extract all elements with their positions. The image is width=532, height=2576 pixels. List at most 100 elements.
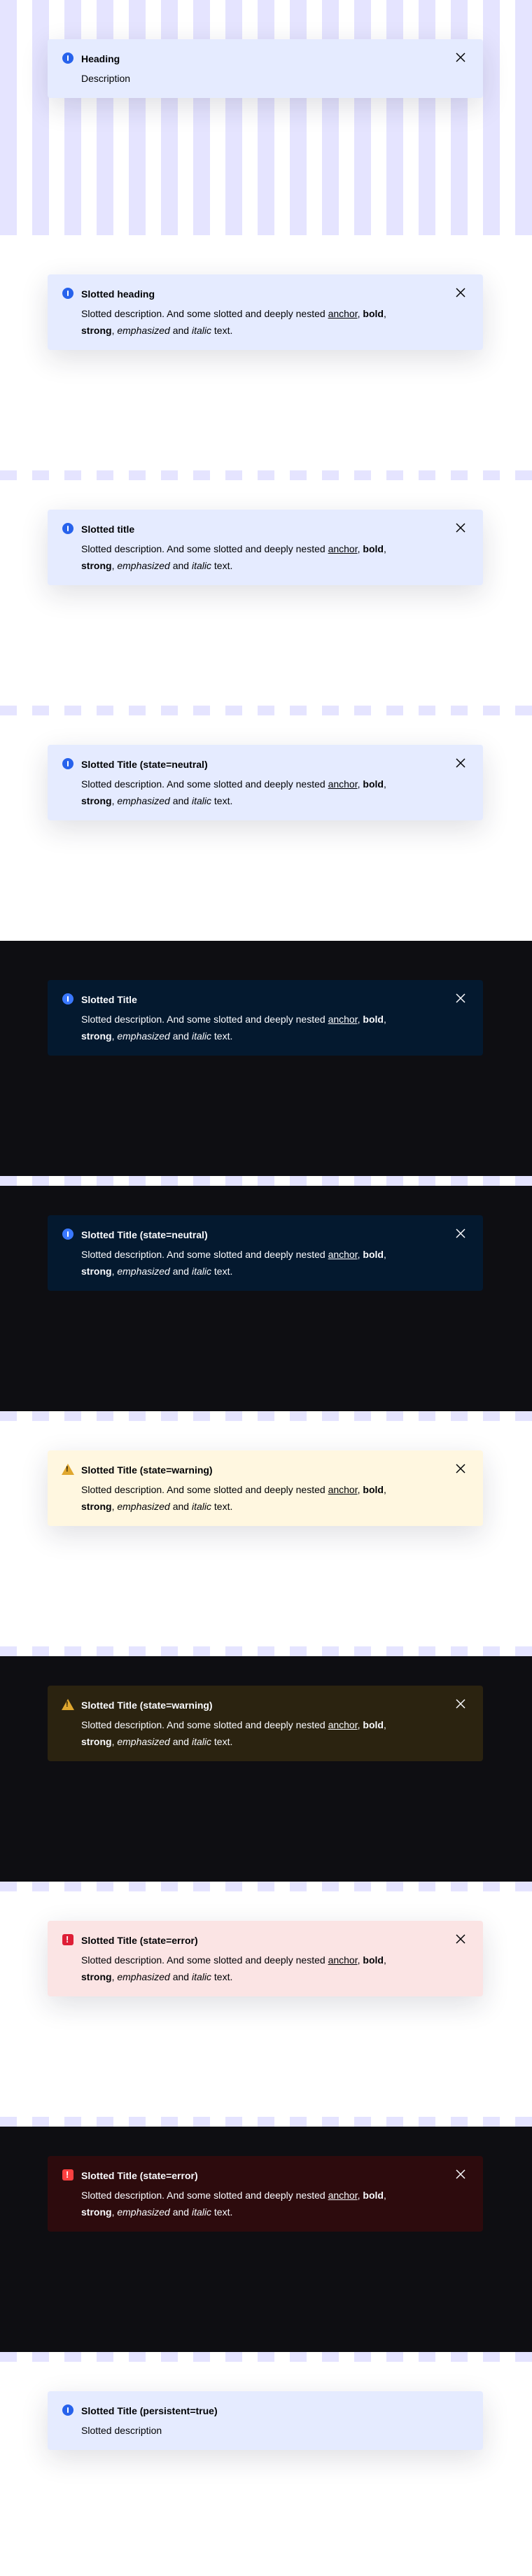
close-button[interactable] bbox=[449, 1222, 472, 1245]
information-icon bbox=[62, 757, 74, 770]
description-emphasized: emphasized bbox=[117, 795, 170, 806]
description-anchor-link[interactable]: anchor bbox=[328, 1954, 358, 1966]
close-icon bbox=[456, 2169, 465, 2179]
close-button[interactable] bbox=[449, 752, 472, 774]
close-icon bbox=[456, 993, 465, 1003]
description-bold: bold bbox=[363, 1249, 384, 1260]
banner-section-6-dark: Slotted Title (state=neutral) Slotted de… bbox=[0, 1176, 532, 1411]
description-bold: bold bbox=[363, 1484, 384, 1495]
description-italic: italic bbox=[191, 1736, 211, 1747]
banner-dark-warning: Slotted Title (state=warning) Slotted de… bbox=[48, 1686, 483, 1761]
description-anchor-link[interactable]: anchor bbox=[328, 1249, 358, 1260]
information-icon bbox=[62, 993, 74, 1005]
close-button[interactable] bbox=[449, 1693, 472, 1715]
banner-section-11: Slotted Title (persistent=true) Slotted … bbox=[0, 2352, 532, 2576]
close-icon bbox=[456, 52, 465, 62]
close-button[interactable] bbox=[449, 2163, 472, 2185]
banner-description: Slotted description bbox=[81, 2425, 162, 2436]
description-bold: bold bbox=[363, 1014, 384, 1025]
banner-description: Slotted description. And some slotted an… bbox=[81, 1954, 386, 1982]
banner-section-5-dark: Slotted Title Slotted description. And s… bbox=[0, 941, 532, 1176]
description-anchor-link[interactable]: anchor bbox=[328, 1014, 358, 1025]
banner-slotted-heading: Slotted heading Slotted description. And… bbox=[48, 274, 483, 350]
close-button[interactable] bbox=[449, 281, 472, 304]
banner-title: Slotted Title (state=neutral) bbox=[81, 759, 208, 770]
banner-section-2: Slotted heading Slotted description. And… bbox=[0, 235, 532, 470]
description-italic: italic bbox=[191, 2206, 211, 2218]
description-strong: strong bbox=[81, 325, 112, 336]
close-icon bbox=[456, 758, 465, 768]
description-bold: bold bbox=[363, 2190, 384, 2201]
description-anchor-link[interactable]: anchor bbox=[328, 543, 358, 554]
banner-description: Slotted description. And some slotted an… bbox=[81, 543, 386, 571]
description-strong: strong bbox=[81, 1501, 112, 1512]
description-emphasized: emphasized bbox=[117, 325, 170, 336]
banner-title: Slotted Title (state=warning) bbox=[81, 1700, 213, 1711]
banner-title: Slotted heading bbox=[81, 288, 155, 300]
banner-description: Slotted description. And some slotted an… bbox=[81, 308, 386, 336]
description-anchor-link[interactable]: anchor bbox=[328, 1719, 358, 1730]
description-emphasized: emphasized bbox=[117, 1266, 170, 1277]
information-icon bbox=[62, 2404, 74, 2416]
information-icon bbox=[62, 52, 74, 64]
close-button[interactable] bbox=[449, 1457, 472, 1480]
information-icon bbox=[62, 287, 74, 300]
close-icon bbox=[456, 1699, 465, 1709]
description-emphasized: emphasized bbox=[117, 1501, 170, 1512]
banner-description: Slotted description. And some slotted an… bbox=[81, 1014, 386, 1042]
description-emphasized: emphasized bbox=[117, 2206, 170, 2218]
close-button[interactable] bbox=[449, 517, 472, 539]
description-italic: italic bbox=[191, 1501, 211, 1512]
description-italic: italic bbox=[191, 1266, 211, 1277]
description-bold: bold bbox=[363, 1954, 384, 1966]
information-icon bbox=[62, 522, 74, 535]
banner-title: Slotted Title (persistent=true) bbox=[81, 2405, 218, 2416]
close-icon bbox=[456, 1934, 465, 1944]
description-bold: bold bbox=[363, 778, 384, 790]
banner-title: Slotted Title (state=error) bbox=[81, 2170, 198, 2181]
banner-title: Slotted Title bbox=[81, 994, 137, 1005]
description-emphasized: emphasized bbox=[117, 1030, 170, 1042]
description-anchor-link[interactable]: anchor bbox=[328, 1484, 358, 1495]
banner-neutral: Slotted Title (state=neutral) Slotted de… bbox=[48, 745, 483, 820]
description-anchor-link[interactable]: anchor bbox=[328, 308, 358, 319]
banner-title: Slotted Title (state=warning) bbox=[81, 1464, 213, 1476]
banner-dark-info: Slotted Title Slotted description. And s… bbox=[48, 980, 483, 1056]
banner-section-8-dark: Slotted Title (state=warning) Slotted de… bbox=[0, 1646, 532, 1882]
description-italic: italic bbox=[191, 1030, 211, 1042]
banner-section-9: Slotted Title (state=error) Slotted desc… bbox=[0, 1882, 532, 2117]
banner-section-3: Slotted title Slotted description. And s… bbox=[0, 470, 532, 706]
description-italic: italic bbox=[191, 795, 211, 806]
banner-description: Slotted description. And some slotted an… bbox=[81, 1249, 386, 1277]
banner-section-1: Heading Description bbox=[0, 0, 532, 235]
description-anchor-link[interactable]: anchor bbox=[328, 778, 358, 790]
description-italic: italic bbox=[191, 1971, 211, 1982]
banner-warning: Slotted Title (state=warning) Slotted de… bbox=[48, 1450, 483, 1526]
close-icon bbox=[456, 288, 465, 298]
close-icon bbox=[456, 1464, 465, 1474]
banner-description: Slotted description. And some slotted an… bbox=[81, 778, 386, 806]
description-strong: strong bbox=[81, 795, 112, 806]
banner-persistent: Slotted Title (persistent=true) Slotted … bbox=[48, 2391, 483, 2450]
description-bold: bold bbox=[363, 308, 384, 319]
banner-section-10-dark: Slotted Title (state=error) Slotted desc… bbox=[0, 2117, 532, 2352]
error-icon bbox=[62, 1933, 74, 1946]
banner-slotted-title: Slotted title Slotted description. And s… bbox=[48, 510, 483, 585]
banner-description: Description bbox=[81, 73, 131, 84]
description-anchor-link[interactable]: anchor bbox=[328, 2190, 358, 2201]
description-strong: strong bbox=[81, 1266, 112, 1277]
close-button[interactable] bbox=[449, 46, 472, 69]
banner-title: Heading bbox=[81, 53, 120, 64]
description-strong: strong bbox=[81, 1971, 112, 1982]
description-strong: strong bbox=[81, 1736, 112, 1747]
description-emphasized: emphasized bbox=[117, 560, 170, 571]
close-button[interactable] bbox=[449, 1928, 472, 1950]
banner-title: Slotted Title (state=neutral) bbox=[81, 1229, 208, 1240]
error-icon bbox=[62, 2169, 74, 2181]
banner-description: Slotted description. And some slotted an… bbox=[81, 1484, 386, 1512]
banner-heading: Heading Description bbox=[48, 39, 483, 98]
close-button[interactable] bbox=[449, 987, 472, 1009]
banner-section-4: Slotted Title (state=neutral) Slotted de… bbox=[0, 706, 532, 941]
warning-icon bbox=[62, 1698, 74, 1711]
description-emphasized: emphasized bbox=[117, 1736, 170, 1747]
